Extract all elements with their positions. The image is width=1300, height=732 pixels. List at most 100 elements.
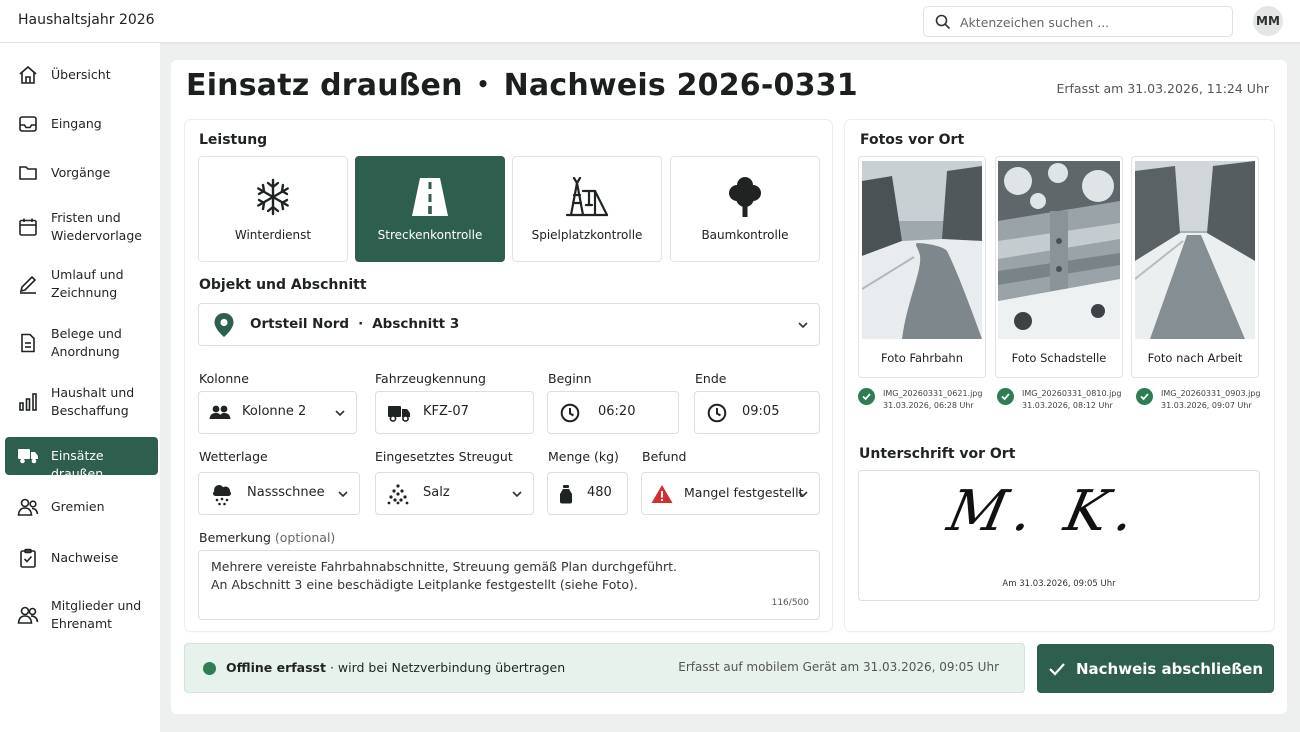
remark-line-2: An Abschnitt 3 eine beschädigte Leitplan… <box>211 577 638 592</box>
bar-chart-icon <box>17 391 39 413</box>
finish-record-button[interactable]: Nachweis abschließen <box>1037 644 1274 693</box>
signature-date: Am 31.03.2026, 09:05 Uhr <box>1002 579 1116 589</box>
status-dot <box>203 662 216 675</box>
object-heading: Objekt und Abschnitt <box>199 277 367 293</box>
streugut-select[interactable]: Salz <box>375 472 534 515</box>
wetter-select[interactable]: Nassschnee <box>198 472 360 515</box>
object-section: Abschnitt 3 <box>372 316 460 332</box>
sidebar-item-label: Einsätze draußen <box>51 448 104 481</box>
sidebar-item-label: Haushalt und Beschaffung <box>51 385 135 418</box>
fahrzeug-value: KFZ-07 <box>423 404 469 419</box>
offline-status-text: Offline erfasst · wird bei Netzverbindun… <box>226 660 566 675</box>
photo-cleared-road-image <box>1135 161 1255 339</box>
photo-road-image <box>862 161 982 339</box>
beginn-value: 06:20 <box>598 404 636 419</box>
folder-icon <box>17 162 39 184</box>
clock-icon <box>560 403 580 422</box>
group-icon <box>17 496 39 518</box>
page-title: Einsatz draußen • Nachweis 2026-0331 <box>186 68 858 103</box>
remark-textarea[interactable]: Mehrere vereiste Fahrbahnabschnitte, Str… <box>198 550 820 620</box>
menge-label: Menge (kg) <box>548 449 619 464</box>
streugut-label: Eingesetztes Streugut <box>375 449 513 464</box>
search-icon <box>935 14 951 30</box>
ende-value: 09:05 <box>742 404 780 419</box>
service-option-winterdienst[interactable]: Winterdienst <box>198 156 348 262</box>
home-icon <box>17 64 39 86</box>
sidebar-item-10[interactable]: Nachweise <box>5 538 158 578</box>
playground-icon <box>565 177 609 217</box>
snowflake-icon <box>257 178 289 216</box>
sidebar-item-label: Fristen und Wiedervorlage <box>51 210 142 243</box>
char-counter: 116/500 <box>771 598 809 608</box>
service-label: Winterdienst <box>234 228 312 242</box>
photo-meta: IMG_20260331_0810.jpg 31.03.2026, 08:12 U… <box>1022 389 1122 410</box>
beginn-label: Beginn <box>548 371 592 386</box>
check-icon <box>1136 388 1153 405</box>
sidebar-item-label: Vorgänge <box>51 165 111 180</box>
sidebar-item-2[interactable]: Eingang <box>5 104 158 144</box>
service-label: Streckenkontrolle <box>377 228 483 242</box>
fahrzeug-field[interactable]: KFZ-07 <box>375 391 534 434</box>
search-box[interactable] <box>923 6 1233 37</box>
photo-label: Foto nach Arbeit <box>1147 351 1243 365</box>
avatar[interactable]: MM <box>1253 6 1283 36</box>
kolonne-label: Kolonne <box>199 371 249 386</box>
photo-nach-arbeit[interactable]: Foto nach Arbeit <box>1131 156 1259 378</box>
sidebar-item-label: Nachweise <box>51 550 119 565</box>
wetter-label: Wetterlage <box>199 449 268 464</box>
service-label: Baumkontrolle <box>701 228 789 242</box>
sidebar-item-label: Belege und Anordnung <box>51 326 122 359</box>
wetter-value: Nassschnee <box>247 485 325 500</box>
chevron-down-icon <box>798 491 808 498</box>
menge-field[interactable]: 480 <box>547 472 628 515</box>
sidebar-item-1[interactable]: Übersicht <box>5 55 158 95</box>
team-icon <box>209 405 231 419</box>
location-pin-icon <box>214 312 234 337</box>
sidebar-item-6[interactable]: Belege und Anordnung <box>5 318 158 368</box>
sidebar-item-8[interactable]: Einsätze draußen <box>5 437 158 481</box>
sidebar-item-label: Gremien <box>51 499 105 514</box>
photo-label: Foto Fahrbahn <box>881 351 963 365</box>
sidebar-item-11[interactable]: Mitglieder und Ehrenamt <box>5 590 158 640</box>
sack-icon <box>560 484 572 503</box>
captured-timestamp: Erfasst am 31.03.2026, 11:24 Uhr <box>1056 81 1269 96</box>
clipboard-check-icon <box>17 547 39 569</box>
sleet-cloud-icon <box>213 484 231 505</box>
sidebar-item-7[interactable]: Haushalt und Beschaffung <box>5 377 158 427</box>
service-label: Spielplatzkontrolle <box>531 228 643 242</box>
service-option-baumkontrolle[interactable]: Baumkontrolle <box>670 156 820 262</box>
ende-time-field[interactable]: 09:05 <box>694 391 820 434</box>
kolonne-select[interactable]: Kolonne 2 <box>198 391 357 434</box>
chevron-down-icon <box>338 491 348 498</box>
warning-icon <box>651 484 673 503</box>
tree-icon <box>729 177 761 217</box>
beginn-time-field[interactable]: 06:20 <box>547 391 679 434</box>
signature-pad[interactable]: M. K. Am 31.03.2026, 09:05 Uhr <box>858 470 1260 601</box>
chevron-down-icon <box>798 322 808 329</box>
sidebar-item-3[interactable]: Vorgänge <box>5 153 158 193</box>
sidebar-item-label: Umlauf und Zeichnung <box>51 267 124 300</box>
service-heading: Leistung <box>199 132 268 148</box>
document-icon <box>17 332 39 354</box>
road-icon <box>412 178 448 216</box>
object-select[interactable]: Ortsteil Nord · Abschnitt 3 <box>198 303 820 346</box>
chevron-down-icon <box>335 410 345 417</box>
pen-icon <box>17 273 39 295</box>
service-option-spielplatzkontrolle[interactable]: Spielplatzkontrolle <box>512 156 662 262</box>
object-district: Ortsteil Nord <box>250 316 350 332</box>
service-option-streckenkontrolle[interactable]: Streckenkontrolle <box>355 156 505 262</box>
truck-icon <box>17 445 39 467</box>
photo-fahrbahn[interactable]: Foto Fahrbahn <box>858 156 986 378</box>
befund-select[interactable]: Mangel festgestellt <box>641 472 820 515</box>
check-icon <box>858 388 875 405</box>
sidebar-item-label: Mitglieder und Ehrenamt <box>51 598 142 631</box>
device-capture-text: Erfasst auf mobilem Gerät am 31.03.2026,… <box>678 660 999 674</box>
clock-icon <box>707 403 727 422</box>
photo-schadstelle[interactable]: Foto Schadstelle <box>995 156 1123 378</box>
search-input[interactable] <box>960 13 1220 31</box>
sidebar-item-5[interactable]: Umlauf und Zeichnung <box>5 259 158 309</box>
members-icon <box>17 604 39 626</box>
sidebar-item-4[interactable]: Fristen und Wiedervorlage <box>5 202 158 252</box>
sidebar-item-9[interactable]: Gremien <box>5 487 158 527</box>
menge-value: 480 <box>587 485 612 500</box>
